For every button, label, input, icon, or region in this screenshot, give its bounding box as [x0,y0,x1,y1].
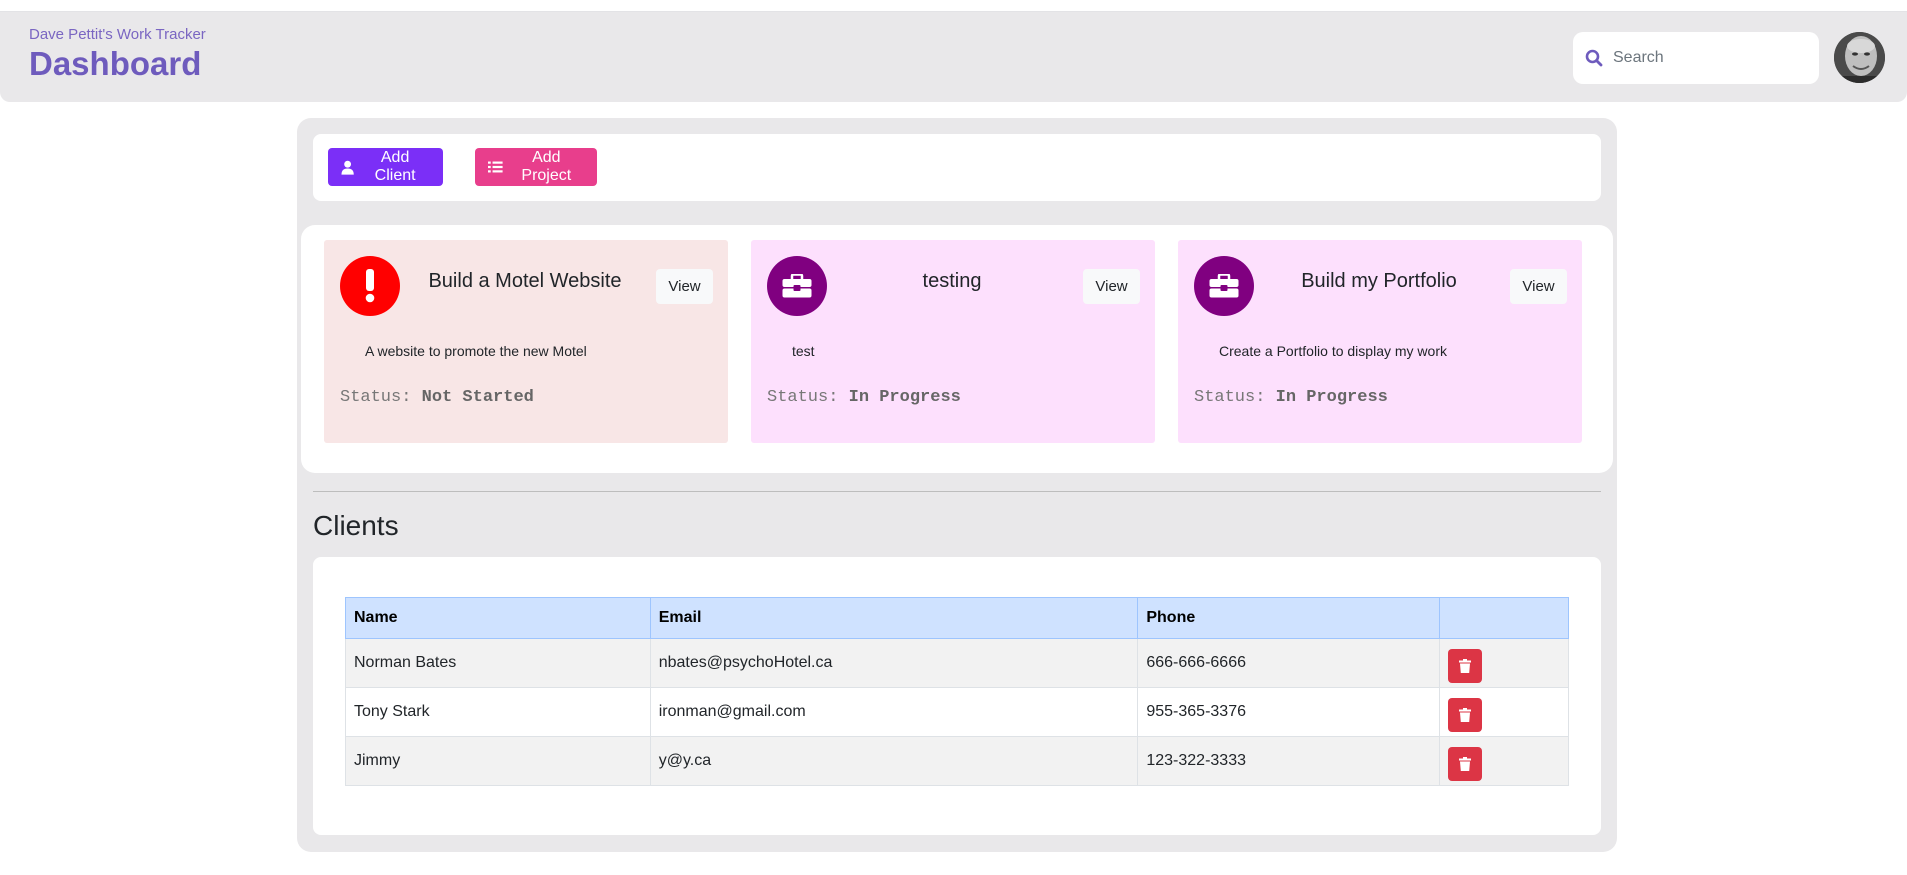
add-client-label: Add Client [374,149,416,184]
status-label: Status: [767,388,839,407]
project-card: testing View test Status: In Progress [751,240,1155,443]
project-description: A website to promote the new Motel [365,343,587,359]
status-label: Status: [340,388,412,407]
avatar[interactable] [1834,32,1885,83]
client-phone: 666-666-6666 [1137,638,1441,688]
project-status: Status: In Progress [1194,388,1388,407]
clients-table: Name Email Phone Norman Bates nbates@psy… [345,597,1569,786]
column-header-actions [1439,597,1569,639]
section-divider [313,491,1601,492]
project-status: Status: In Progress [767,388,961,407]
app-subtitle: Dave Pettit's Work Tracker [29,26,206,43]
status-value: Not Started [421,388,534,407]
project-title: testing [922,270,982,292]
client-actions [1439,736,1569,786]
trash-icon [1459,757,1472,771]
toolbox-icon [767,256,827,316]
table-row: Jimmy y@y.ca 123-322-3333 [345,736,1569,786]
client-email: y@y.ca [649,736,1139,786]
clients-heading: Clients [313,510,399,541]
status-value: In Progress [848,388,961,407]
trash-icon [1459,708,1472,722]
search-icon [1585,49,1603,67]
client-name: Jimmy [345,736,651,786]
client-email: ironman@gmail.com [649,687,1139,737]
project-title: Build my Portfolio [1301,270,1457,292]
delete-client-button[interactable] [1448,649,1483,683]
avatar-photo [1834,32,1885,83]
top-border [0,0,1907,12]
add-client-button[interactable]: Add Client [328,148,443,186]
delete-client-button[interactable] [1448,747,1483,781]
page-header: Dave Pettit's Work Tracker Dashboard [0,12,1907,102]
project-card: Build a Motel Website View A website to … [324,240,728,443]
projects-panel: Build a Motel Website View A website to … [301,225,1613,473]
client-name: Tony Stark [345,687,651,737]
column-header-phone: Phone [1137,597,1441,639]
add-project-label: Add Project [521,149,572,184]
project-card: Build my Portfolio View Create a Portfol… [1178,240,1582,443]
table-row: Tony Stark ironman@gmail.com 955-365-337… [345,687,1569,737]
status-label: Status: [1194,388,1266,407]
trash-icon [1459,659,1472,673]
project-status: Status: Not Started [340,388,534,407]
project-description: test [792,343,815,359]
clients-panel: Name Email Phone Norman Bates nbates@psy… [313,557,1601,835]
client-name: Norman Bates [345,638,651,688]
add-project-button[interactable]: Add Project [475,148,597,186]
table-row: Norman Bates nbates@psychoHotel.ca 666-6… [345,638,1569,688]
table-header-row: Name Email Phone [345,597,1569,639]
view-project-button[interactable]: View [1510,269,1567,304]
search-input[interactable] [1613,43,1808,73]
main-container: Add Client Add Project Build a Motel Web… [297,118,1617,852]
column-header-name: Name [345,597,651,639]
toolbox-icon [1194,256,1254,316]
status-value: In Progress [1275,388,1388,407]
client-phone: 123-322-3333 [1137,736,1441,786]
user-icon [341,160,354,175]
client-phone: 955-365-3376 [1137,687,1441,737]
action-toolbar: Add Client Add Project [313,134,1601,201]
delete-client-button[interactable] [1448,698,1483,732]
list-icon [488,161,503,173]
client-actions [1439,687,1569,737]
project-description: Create a Portfolio to display my work [1219,343,1447,359]
client-actions [1439,638,1569,688]
view-project-button[interactable]: View [656,269,713,304]
view-project-button[interactable]: View [1083,269,1140,304]
exclamation-icon [340,256,400,316]
page-title: Dashboard [29,45,202,82]
column-header-email: Email [649,597,1139,639]
client-email: nbates@psychoHotel.ca [649,638,1139,688]
search-box [1573,32,1819,84]
project-title: Build a Motel Website [428,270,622,292]
